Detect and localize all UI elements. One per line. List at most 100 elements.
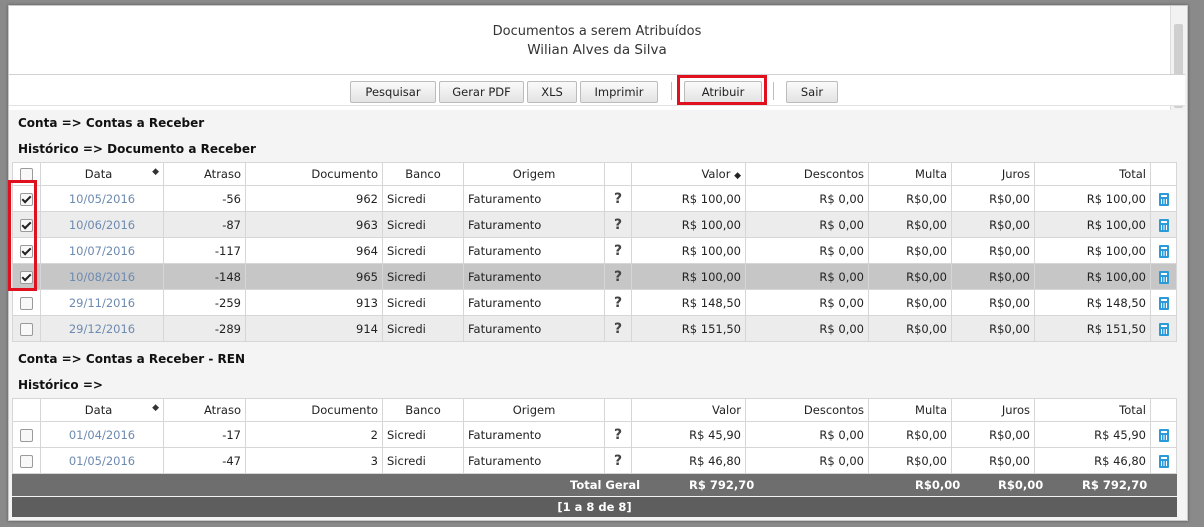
row-origem: Faturamento xyxy=(463,447,605,474)
total-geral-row: Total Geral R$ 792,70 R$0,00 R$0,00 R$ 7… xyxy=(12,474,1177,496)
row-juros: R$0,00 xyxy=(951,185,1035,212)
row-valor: R$ 45,90 xyxy=(631,421,746,448)
row-banco: Sicredi xyxy=(382,447,464,474)
row-checkbox-cell[interactable] xyxy=(12,421,41,448)
help-icon[interactable]: ? xyxy=(604,185,632,212)
col-banco[interactable]: Banco xyxy=(382,162,464,186)
calculator-icon[interactable] xyxy=(1158,218,1169,232)
row-data[interactable]: 01/05/2016 xyxy=(40,447,164,474)
col-valor[interactable]: Valor xyxy=(631,398,746,422)
row-data[interactable]: 29/11/2016 xyxy=(40,289,164,316)
calculator-icon-cell[interactable] xyxy=(1150,421,1177,448)
row-documento: 965 xyxy=(245,263,383,290)
col-origem[interactable]: Origem xyxy=(463,398,605,422)
row-checkbox[interactable] xyxy=(20,322,33,336)
calculator-icon[interactable] xyxy=(1158,322,1169,336)
toolbar-separator xyxy=(773,82,774,100)
col-descontos[interactable]: Descontos xyxy=(745,162,869,186)
documents-table-2: Data ◆ Atraso Documento Banco Origem Valo… xyxy=(12,398,1177,474)
help-icon[interactable]: ? xyxy=(604,315,632,342)
row-data[interactable]: 10/05/2016 xyxy=(40,185,164,212)
help-icon[interactable]: ? xyxy=(604,421,632,448)
total-valor: R$ 792,70 xyxy=(689,478,755,492)
row-origem: Faturamento xyxy=(463,315,605,342)
table-row[interactable]: 10/05/2016 -56 962 Sicredi Faturamento? R$ 10… xyxy=(12,185,1177,212)
row-checkbox[interactable] xyxy=(20,428,33,442)
table-row[interactable]: 10/06/2016 -87 963 Sicredi Faturamento? R$ 10… xyxy=(12,211,1177,238)
table-row[interactable]: 10/07/2016 -117 964 Sicredi Faturamento? R$ 1… xyxy=(12,237,1177,264)
col-data[interactable]: Data ◆ xyxy=(40,398,164,422)
col-banco[interactable]: Banco xyxy=(382,398,464,422)
row-atraso: -117 xyxy=(163,237,246,264)
row-data[interactable]: 10/08/2016 xyxy=(40,263,164,290)
sort-icon[interactable]: ◆ xyxy=(152,167,159,177)
calculator-icon-cell[interactable] xyxy=(1150,211,1177,238)
table-row[interactable]: 10/08/2016 -148 965 Sicredi Faturamento? R$ 1… xyxy=(12,263,1177,290)
row-data[interactable]: 10/07/2016 xyxy=(40,237,164,264)
table-row[interactable]: 29/12/2016 -289 914 Sicredi Faturamento? R$ 1… xyxy=(12,315,1177,342)
help-icon[interactable]: ? xyxy=(604,237,632,264)
row-descontos: R$ 0,00 xyxy=(745,263,869,290)
col-total[interactable]: Total xyxy=(1034,398,1151,422)
col-multa[interactable]: Multa xyxy=(868,398,952,422)
row-multa: R$0,00 xyxy=(868,237,952,264)
row-data[interactable]: 01/04/2016 xyxy=(40,421,164,448)
table-row[interactable]: 01/04/2016 -17 2 Sicredi Faturamento? R$ 45,9… xyxy=(12,421,1177,448)
help-icon[interactable]: ? xyxy=(604,211,632,238)
calculator-icon[interactable] xyxy=(1158,428,1169,442)
calculator-icon-cell[interactable] xyxy=(1150,185,1177,212)
row-valor: R$ 100,00 xyxy=(631,263,746,290)
table-row[interactable]: 01/05/2016 -47 3 Sicredi Faturamento? R$ 46,8… xyxy=(12,447,1177,474)
col-documento[interactable]: Documento xyxy=(245,398,383,422)
col-juros[interactable]: Juros xyxy=(951,162,1035,186)
documents-table-1: Data ◆ Atraso Documento Banco Origem Valo… xyxy=(12,162,1177,342)
row-data[interactable]: 29/12/2016 xyxy=(40,315,164,342)
calculator-icon[interactable] xyxy=(1158,192,1169,206)
help-icon[interactable]: ? xyxy=(604,447,632,474)
col-total[interactable]: Total xyxy=(1034,162,1151,186)
calculator-icon[interactable] xyxy=(1158,270,1169,284)
col-data[interactable]: Data ◆ xyxy=(40,162,164,186)
calculator-icon-cell[interactable] xyxy=(1150,289,1177,316)
imprimir-button[interactable]: Imprimir xyxy=(580,81,658,103)
group1-conta: Conta => Contas a Receber xyxy=(18,116,205,130)
row-descontos: R$ 0,00 xyxy=(745,289,869,316)
help-icon[interactable]: ? xyxy=(604,289,632,316)
col-multa[interactable]: Multa xyxy=(868,162,952,186)
table-row[interactable]: 29/11/2016 -259 913 Sicredi Faturamento? R$ 1… xyxy=(12,289,1177,316)
calculator-icon-cell[interactable] xyxy=(1150,263,1177,290)
row-checkbox[interactable] xyxy=(20,296,33,310)
table-header: Data ◆ Atraso Documento Banco Origem Valo… xyxy=(12,398,1177,422)
calculator-icon-cell[interactable] xyxy=(1150,447,1177,474)
row-valor: R$ 148,50 xyxy=(631,289,746,316)
toolbar: Pesquisar Gerar PDF XLS Imprimir Atribui… xyxy=(9,75,1185,106)
row-checkbox[interactable] xyxy=(20,454,33,468)
help-icon[interactable]: ? xyxy=(604,263,632,290)
col-origem[interactable]: Origem xyxy=(463,162,605,186)
row-origem: Faturamento xyxy=(463,185,605,212)
sort-icon[interactable]: ◆ xyxy=(734,171,741,181)
col-documento[interactable]: Documento xyxy=(245,162,383,186)
calculator-icon[interactable] xyxy=(1158,296,1169,310)
row-total: R$ 46,80 xyxy=(1034,447,1151,474)
row-multa: R$0,00 xyxy=(868,289,952,316)
col-valor-label: Valor xyxy=(701,167,731,181)
sort-icon[interactable]: ◆ xyxy=(152,403,159,413)
sair-button[interactable]: Sair xyxy=(786,81,838,103)
col-descontos[interactable]: Descontos xyxy=(745,398,869,422)
calculator-icon[interactable] xyxy=(1158,244,1169,258)
col-valor[interactable]: Valor ◆ xyxy=(631,162,746,186)
col-juros[interactable]: Juros xyxy=(951,398,1035,422)
row-checkbox-cell[interactable] xyxy=(12,289,41,316)
gerar-pdf-button[interactable]: Gerar PDF xyxy=(439,81,524,103)
col-atraso[interactable]: Atraso xyxy=(163,162,246,186)
col-atraso[interactable]: Atraso xyxy=(163,398,246,422)
pesquisar-button[interactable]: Pesquisar xyxy=(350,81,436,103)
calculator-icon-cell[interactable] xyxy=(1150,315,1177,342)
row-checkbox-cell[interactable] xyxy=(12,447,41,474)
row-checkbox-cell[interactable] xyxy=(12,315,41,342)
calculator-icon-cell[interactable] xyxy=(1150,237,1177,264)
calculator-icon[interactable] xyxy=(1158,454,1169,468)
xls-button[interactable]: XLS xyxy=(527,81,577,103)
row-data[interactable]: 10/06/2016 xyxy=(40,211,164,238)
